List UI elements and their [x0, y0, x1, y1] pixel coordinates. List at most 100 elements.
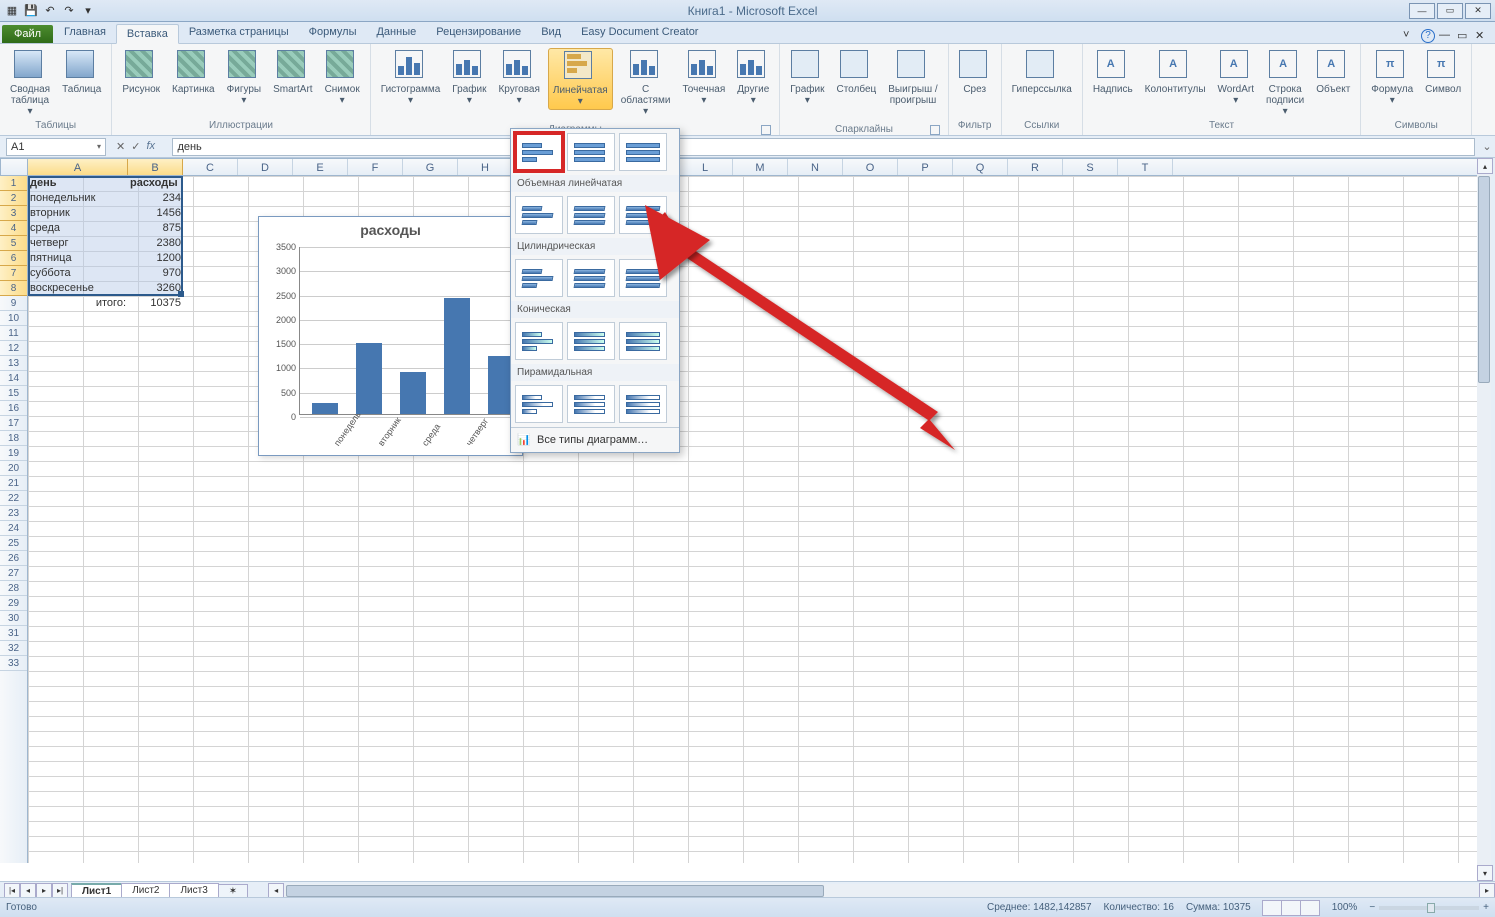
- col-header-R[interactable]: R: [1008, 159, 1063, 175]
- bar-cyl-clustered[interactable]: [515, 259, 563, 297]
- cell-r4-c2[interactable]: 875: [128, 221, 183, 236]
- undo-icon[interactable]: ↶: [42, 3, 58, 19]
- ribbon-btn-Гиперссылка[interactable]: Гиперссылка: [1008, 48, 1076, 97]
- bar-cone-stacked[interactable]: [567, 322, 615, 360]
- zoom-track[interactable]: [1379, 906, 1479, 910]
- ribbon-btn-График[interactable]: График▾: [448, 48, 490, 108]
- row-header-17[interactable]: 17: [0, 416, 27, 431]
- ribbon-btn-Выигрыш-/-проигрыш[interactable]: Выигрыш /проигрыш: [884, 48, 941, 108]
- all-chart-types[interactable]: 📊 Все типы диаграмм…: [511, 427, 679, 452]
- row-header-10[interactable]: 10: [0, 311, 27, 326]
- ribbon-btn-С-областями[interactable]: Собластями▾: [617, 48, 675, 119]
- ribbon-btn-Гистограмма[interactable]: Гистограмма▾: [377, 48, 445, 108]
- ribbon-tab-1[interactable]: Вставка: [116, 24, 179, 44]
- sheet-tab-Лист3[interactable]: Лист3: [169, 883, 218, 898]
- formula-input[interactable]: день: [172, 138, 1475, 156]
- bar-3d-stacked[interactable]: [567, 196, 615, 234]
- cells-area[interactable]: деньрасходыпонедельник234вторник1456сред…: [28, 176, 1477, 863]
- ribbon-btn-Сводная-таблица[interactable]: Своднаятаблица▾: [6, 48, 54, 119]
- col-header-F[interactable]: F: [348, 159, 403, 175]
- cell-r1-c2[interactable]: расходы: [128, 176, 183, 191]
- row-header-3[interactable]: 3: [0, 206, 27, 221]
- bar-cone-clustered[interactable]: [515, 322, 563, 360]
- row-header-12[interactable]: 12: [0, 341, 27, 356]
- row-header-8[interactable]: 8: [0, 281, 27, 296]
- chart-bar-0[interactable]: [312, 403, 338, 414]
- fx-icon[interactable]: fx: [146, 140, 164, 153]
- ribbon-btn-Колонтитулы[interactable]: AКолонтитулы: [1141, 48, 1210, 97]
- cell-r9-c2[interactable]: 10375: [128, 296, 183, 311]
- bar-pyr-clustered[interactable]: [515, 385, 563, 423]
- ribbon-btn-Символ[interactable]: πСимвол: [1421, 48, 1465, 97]
- cell-r5-c1[interactable]: четверг: [28, 236, 128, 251]
- chart-bar-2[interactable]: [400, 372, 426, 415]
- ribbon-tab-7[interactable]: Easy Document Creator: [571, 23, 708, 43]
- scroll-down-button[interactable]: ▾: [1477, 865, 1493, 881]
- zoom-out-button[interactable]: −: [1369, 902, 1375, 913]
- dialog-launcher[interactable]: [761, 125, 771, 135]
- expand-formula-bar-icon[interactable]: ⌄: [1479, 140, 1495, 153]
- row-header-32[interactable]: 32: [0, 641, 27, 656]
- ribbon-tab-5[interactable]: Рецензирование: [426, 23, 531, 43]
- sheet-tab-Лист2[interactable]: Лист2: [121, 883, 170, 898]
- ribbon-btn-Другие[interactable]: Другие▾: [733, 48, 773, 108]
- window-close-icon[interactable]: ✕: [1475, 29, 1489, 43]
- accept-formula-icon[interactable]: ✓: [131, 140, 140, 153]
- row-header-24[interactable]: 24: [0, 521, 27, 536]
- view-page-layout-button[interactable]: [1281, 900, 1301, 916]
- ribbon-btn-Снимок[interactable]: Снимок▾: [321, 48, 364, 108]
- bar-cyl-stacked[interactable]: [567, 259, 615, 297]
- col-header-Q[interactable]: Q: [953, 159, 1008, 175]
- cell-r1-c1[interactable]: день: [28, 176, 128, 191]
- row-header-18[interactable]: 18: [0, 431, 27, 446]
- window-minimize-icon[interactable]: —: [1439, 29, 1453, 43]
- row-header-28[interactable]: 28: [0, 581, 27, 596]
- vscroll-thumb[interactable]: [1478, 176, 1490, 383]
- scroll-up-button[interactable]: ▴: [1477, 158, 1493, 174]
- col-header-N[interactable]: N: [788, 159, 843, 175]
- chart-bar-3[interactable]: [444, 298, 470, 414]
- vscroll-track[interactable]: [1477, 174, 1491, 865]
- cell-r7-c1[interactable]: суббота: [28, 266, 128, 281]
- col-header-L[interactable]: L: [678, 159, 733, 175]
- cell-r2-c1[interactable]: понедельник: [28, 191, 128, 206]
- row-header-4[interactable]: 4: [0, 221, 27, 236]
- bar-3d-100stacked[interactable]: [619, 196, 667, 234]
- row-header-21[interactable]: 21: [0, 476, 27, 491]
- window-restore-icon[interactable]: ▭: [1457, 29, 1471, 43]
- ribbon-btn-Картинка[interactable]: Картинка: [168, 48, 219, 97]
- cell-r6-c2[interactable]: 1200: [128, 251, 183, 266]
- row-header-11[interactable]: 11: [0, 326, 27, 341]
- ribbon-btn-Линейчатая[interactable]: Линейчатая▾: [548, 48, 613, 110]
- bar-cone-100stacked[interactable]: [619, 322, 667, 360]
- cell-r4-c1[interactable]: среда: [28, 221, 128, 236]
- cell-r9-c1[interactable]: итого:: [28, 296, 128, 311]
- select-all-corner[interactable]: [0, 158, 28, 176]
- qat-dropdown-icon[interactable]: ▾: [80, 3, 96, 19]
- bar-pyr-100stacked[interactable]: [619, 385, 667, 423]
- bar-cyl-100stacked[interactable]: [619, 259, 667, 297]
- ribbon-btn-Рисунок[interactable]: Рисунок: [118, 48, 164, 97]
- zoom-slider[interactable]: − +: [1369, 902, 1489, 913]
- zoom-thumb[interactable]: [1427, 903, 1435, 913]
- bar-pyr-stacked[interactable]: [567, 385, 615, 423]
- row-header-27[interactable]: 27: [0, 566, 27, 581]
- row-header-31[interactable]: 31: [0, 626, 27, 641]
- row-header-1[interactable]: 1: [0, 176, 27, 191]
- row-header-13[interactable]: 13: [0, 356, 27, 371]
- zoom-in-button[interactable]: +: [1483, 902, 1489, 913]
- ribbon-btn-Надпись[interactable]: AНадпись: [1089, 48, 1137, 97]
- redo-icon[interactable]: ↷: [61, 3, 77, 19]
- row-header-2[interactable]: 2: [0, 191, 27, 206]
- bar-3d-clustered[interactable]: [515, 196, 563, 234]
- maximize-button[interactable]: ▭: [1437, 3, 1463, 19]
- help-icon[interactable]: ?: [1421, 29, 1435, 43]
- row-header-33[interactable]: 33: [0, 656, 27, 671]
- col-header-E[interactable]: E: [293, 159, 348, 175]
- cell-r3-c2[interactable]: 1456: [128, 206, 183, 221]
- name-box[interactable]: A1 ▾: [6, 138, 106, 156]
- ribbon-btn-График[interactable]: График▾: [786, 48, 828, 108]
- col-header-G[interactable]: G: [403, 159, 458, 175]
- row-header-23[interactable]: 23: [0, 506, 27, 521]
- name-box-dropdown-icon[interactable]: ▾: [97, 142, 101, 151]
